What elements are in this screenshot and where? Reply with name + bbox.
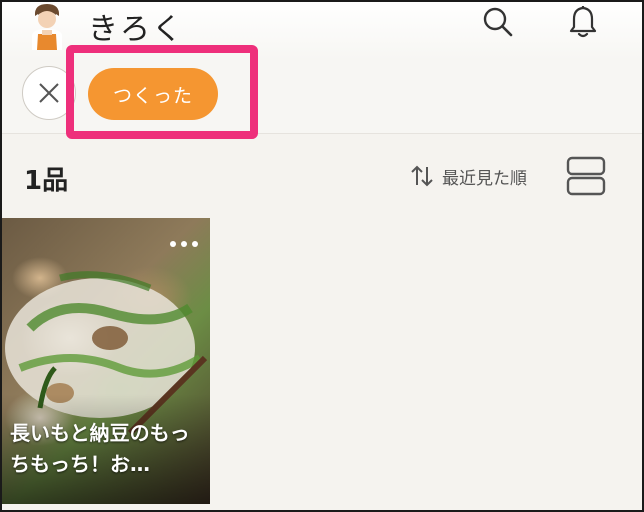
layout-toggle-button[interactable] bbox=[566, 156, 606, 196]
notifications-button[interactable] bbox=[565, 4, 601, 40]
avatar[interactable] bbox=[26, 2, 68, 50]
card-more-button[interactable] bbox=[164, 232, 204, 256]
sort-label: 最近見た順 bbox=[442, 168, 527, 189]
list-view-icon bbox=[566, 156, 606, 196]
recipe-card[interactable]: 長いもと納豆のもっちもっち！お… bbox=[0, 218, 210, 504]
chef-avatar-icon bbox=[32, 4, 62, 50]
recipe-count: 1品 bbox=[24, 166, 69, 196]
search-icon bbox=[483, 7, 513, 37]
more-dots-icon bbox=[170, 241, 198, 247]
close-icon bbox=[39, 83, 59, 103]
bell-icon bbox=[569, 6, 597, 38]
search-button[interactable] bbox=[480, 4, 516, 40]
filter-chip-made[interactable]: つくった bbox=[88, 68, 218, 120]
sort-button[interactable]: 最近見た順 bbox=[410, 160, 527, 192]
app-header: きろく つくった bbox=[0, 0, 644, 139]
recipe-title: 長いもと納豆のもっちもっち！お… bbox=[10, 421, 190, 476]
sort-arrows-icon bbox=[411, 165, 433, 187]
page-title: きろく bbox=[88, 12, 184, 47]
